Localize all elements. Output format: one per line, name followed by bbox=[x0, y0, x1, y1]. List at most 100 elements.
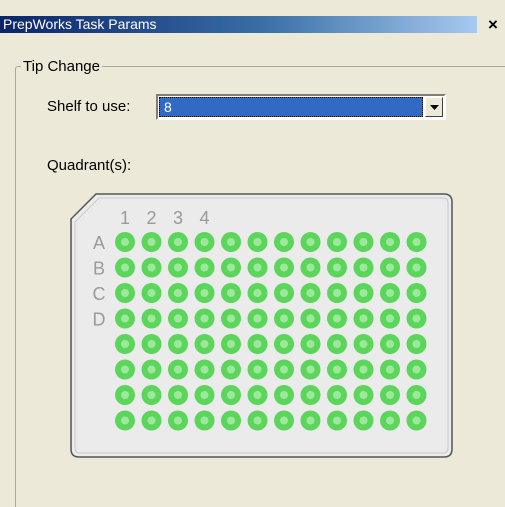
well-center bbox=[147, 416, 156, 425]
title-bar: PrepWorks Task Params × bbox=[0, 0, 505, 33]
well-center bbox=[306, 263, 315, 272]
well-center bbox=[386, 314, 394, 323]
well-center bbox=[333, 365, 341, 374]
well-center bbox=[412, 263, 421, 272]
well-center bbox=[333, 340, 341, 348]
well-center bbox=[200, 365, 209, 374]
well-center bbox=[200, 314, 209, 323]
row-label: A bbox=[93, 233, 105, 253]
well-center bbox=[174, 263, 182, 272]
well-center bbox=[121, 416, 129, 425]
well-center bbox=[227, 314, 235, 323]
close-icon: × bbox=[488, 14, 498, 34]
well-center bbox=[174, 238, 182, 246]
well-center bbox=[174, 340, 182, 348]
well-center bbox=[280, 289, 288, 297]
well-plate[interactable]: 1234 ABCD bbox=[69, 188, 455, 460]
shelf-dropdown-button[interactable] bbox=[425, 97, 443, 117]
well-center bbox=[121, 289, 129, 297]
quadrant-label: Quadrant(s): bbox=[47, 157, 132, 174]
well-center bbox=[333, 238, 341, 246]
well-center bbox=[412, 289, 421, 297]
column-label: 3 bbox=[173, 208, 183, 228]
group-label: Tip Change bbox=[21, 58, 102, 75]
well-center bbox=[386, 238, 394, 246]
well-center bbox=[174, 365, 182, 374]
shelf-select[interactable]: 8 bbox=[156, 94, 446, 120]
well-center bbox=[200, 263, 209, 272]
well-center bbox=[174, 391, 182, 399]
well-center bbox=[253, 289, 262, 297]
well-center bbox=[200, 416, 209, 425]
window-title: PrepWorks Task Params bbox=[3, 16, 157, 32]
well-center bbox=[280, 391, 288, 399]
shelf-select-value: 8 bbox=[159, 97, 423, 117]
well-center bbox=[253, 314, 262, 323]
well-center bbox=[147, 365, 156, 374]
well-center bbox=[121, 263, 129, 272]
well-center bbox=[227, 365, 235, 374]
well-center bbox=[386, 416, 394, 425]
well-center bbox=[359, 263, 368, 272]
well-center bbox=[174, 289, 182, 297]
well-center bbox=[121, 391, 129, 399]
well-center bbox=[253, 391, 262, 399]
well-center bbox=[386, 340, 394, 348]
well-center bbox=[200, 238, 209, 246]
well-center bbox=[280, 416, 288, 425]
well-center bbox=[227, 263, 235, 272]
well-center bbox=[253, 340, 262, 348]
well-center bbox=[121, 238, 129, 246]
well-center bbox=[147, 314, 156, 323]
well-center bbox=[227, 238, 235, 246]
well-center bbox=[412, 416, 421, 425]
well-center bbox=[200, 289, 209, 297]
well-center bbox=[359, 340, 368, 348]
well-center bbox=[147, 289, 156, 297]
well-center bbox=[386, 289, 394, 297]
well-center bbox=[359, 416, 368, 425]
well-center bbox=[359, 238, 368, 246]
well-center bbox=[412, 365, 421, 374]
well-center bbox=[253, 238, 262, 246]
well-center bbox=[306, 289, 315, 297]
shelf-label: Shelf to use: bbox=[47, 98, 131, 115]
row-label: D bbox=[93, 310, 106, 330]
row-label: B bbox=[93, 259, 105, 279]
well-center bbox=[227, 391, 235, 399]
well-center bbox=[147, 391, 156, 399]
well-center bbox=[280, 238, 288, 246]
well-center bbox=[306, 314, 315, 323]
column-label: 2 bbox=[146, 208, 156, 228]
well-center bbox=[333, 416, 341, 425]
close-button[interactable]: × bbox=[484, 15, 502, 33]
well-center bbox=[412, 391, 421, 399]
well-center bbox=[280, 314, 288, 323]
well-center bbox=[253, 365, 262, 374]
chevron-down-icon bbox=[429, 104, 439, 110]
well-center bbox=[227, 416, 235, 425]
well-center bbox=[333, 314, 341, 323]
well-center bbox=[412, 238, 421, 246]
well-center bbox=[121, 365, 129, 374]
well-center bbox=[200, 391, 209, 399]
well-center bbox=[386, 391, 394, 399]
well-center bbox=[333, 391, 341, 399]
well-center bbox=[386, 365, 394, 374]
well-center bbox=[359, 289, 368, 297]
well-center bbox=[306, 416, 315, 425]
well-center bbox=[412, 340, 421, 348]
row-label: C bbox=[93, 284, 106, 304]
well-center bbox=[280, 263, 288, 272]
well-center bbox=[359, 391, 368, 399]
well-center bbox=[147, 263, 156, 272]
well-center bbox=[121, 314, 129, 323]
well-center bbox=[147, 238, 156, 246]
well-center bbox=[306, 365, 315, 374]
column-label: 4 bbox=[199, 208, 209, 228]
column-label: 1 bbox=[120, 208, 130, 228]
well-center bbox=[174, 314, 182, 323]
well-center bbox=[306, 340, 315, 348]
well-center bbox=[412, 314, 421, 323]
well-center bbox=[359, 365, 368, 374]
